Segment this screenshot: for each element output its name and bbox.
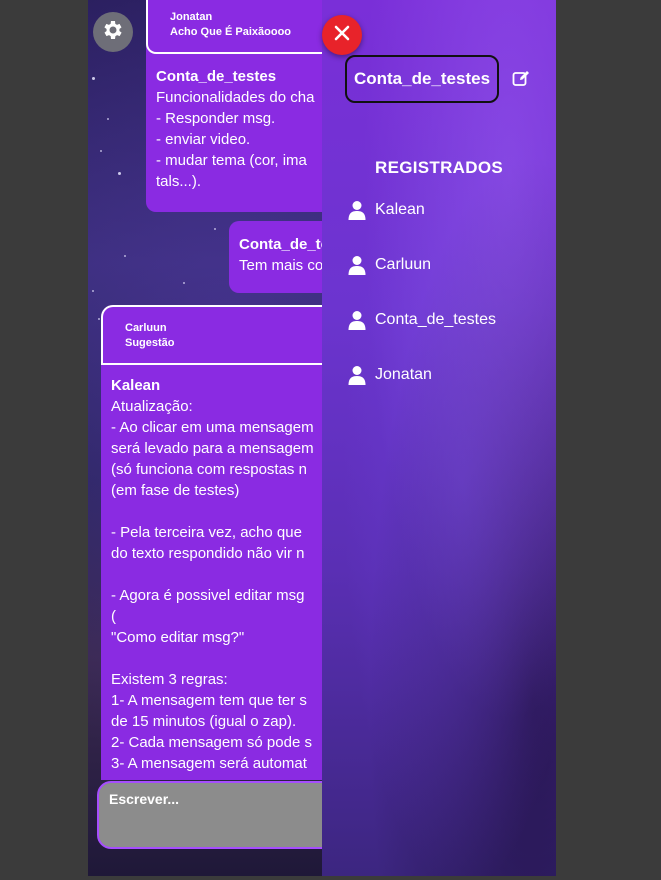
star xyxy=(92,290,94,292)
chat-app: Jonatan Acho Que É Paixãoooo Conta_de_te… xyxy=(88,0,556,876)
star xyxy=(214,228,216,230)
edit-icon[interactable] xyxy=(512,70,530,88)
user-item[interactable]: Kalean xyxy=(348,200,425,220)
star xyxy=(92,77,95,80)
account-name: Conta_de_testes xyxy=(353,69,491,88)
star xyxy=(124,255,126,257)
message-input-placeholder: Escrever... xyxy=(109,791,180,807)
close-icon xyxy=(334,25,350,46)
user-icon xyxy=(348,255,366,275)
user-item[interactable]: Jonatan xyxy=(348,365,432,385)
registered-title: REGISTRADOS xyxy=(375,158,503,177)
user-item[interactable]: Conta_de_testes xyxy=(348,310,496,330)
user-name: Carluun xyxy=(375,256,432,273)
close-panel-button[interactable] xyxy=(322,15,362,55)
user-icon xyxy=(348,200,366,220)
users-panel: Conta_de_testes REGISTRADOS Kalean Carlu… xyxy=(322,0,556,876)
user-icon xyxy=(348,310,366,330)
user-item[interactable]: Carluun xyxy=(348,255,431,275)
user-icon xyxy=(348,365,366,385)
star xyxy=(100,150,102,152)
user-name: Kalean xyxy=(375,201,425,218)
star xyxy=(107,118,109,120)
gear-icon xyxy=(101,18,125,47)
user-name: Conta_de_testes xyxy=(375,311,496,328)
star xyxy=(118,172,121,175)
star xyxy=(98,318,100,320)
settings-button[interactable] xyxy=(93,12,133,52)
user-name: Jonatan xyxy=(375,366,432,383)
account-name-button[interactable]: Conta_de_testes xyxy=(345,55,499,103)
star xyxy=(183,282,185,284)
